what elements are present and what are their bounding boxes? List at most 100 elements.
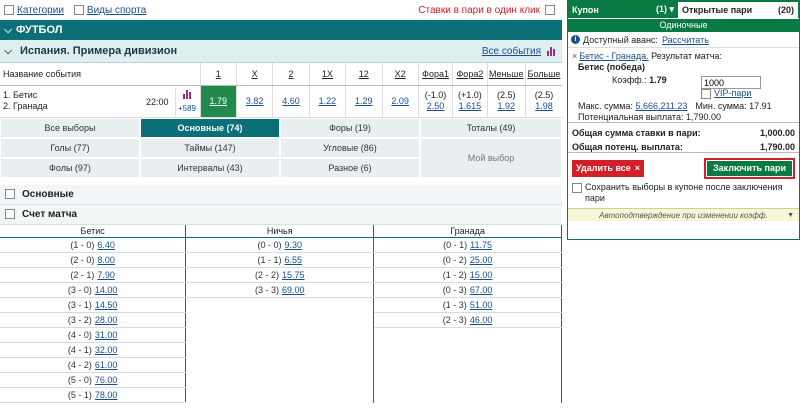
score-cell[interactable]: (3 - 2) 28.00 bbox=[0, 312, 187, 328]
odd-x[interactable]: 3.82 bbox=[235, 85, 273, 118]
vip-link[interactable]: VIP-пари bbox=[714, 88, 751, 98]
tab-coupon[interactable]: Купон (1) ▾ bbox=[568, 1, 678, 18]
odd-value[interactable]: 1.615 bbox=[459, 101, 482, 111]
odd-1x[interactable]: 1.22 bbox=[308, 85, 346, 118]
score-cell[interactable]: (2 - 1) 7.90 bbox=[0, 267, 187, 283]
market-score-checkbox[interactable] bbox=[5, 209, 15, 219]
score-cell[interactable]: (5 - 0) 76.00 bbox=[0, 372, 187, 388]
one-click-toggle[interactable]: Ставки в пари в один клик bbox=[418, 5, 558, 16]
more-markets[interactable]: +589 bbox=[175, 87, 198, 116]
tab-misc[interactable]: Разное (6) bbox=[280, 157, 420, 178]
remove-bet-icon[interactable]: × bbox=[572, 51, 577, 61]
score-cell[interactable]: (0 - 3) 67.00 bbox=[373, 282, 562, 298]
vip-checkbox[interactable] bbox=[701, 88, 711, 99]
score-odd[interactable]: 32.00 bbox=[95, 345, 118, 355]
score-cell[interactable]: (0 - 2) 25.00 bbox=[373, 252, 562, 268]
score-odd[interactable]: 6.55 bbox=[284, 255, 302, 265]
sports-link[interactable]: Виды спорта bbox=[87, 5, 146, 16]
odd-value[interactable]: 1.22 bbox=[319, 96, 337, 106]
tab-all[interactable]: Все выборы bbox=[0, 117, 140, 138]
tab-totals[interactable]: Тоталы (49) bbox=[420, 117, 562, 138]
sport-header[interactable]: ⌵ ФУТБОЛ bbox=[0, 20, 562, 40]
col-1[interactable]: 1 bbox=[199, 63, 237, 86]
odd-value[interactable]: 4.60 bbox=[282, 96, 300, 106]
score-cell[interactable]: (0 - 0) 9.30 bbox=[185, 237, 375, 253]
team-1[interactable]: 1. Бетис bbox=[3, 90, 200, 101]
team-2[interactable]: 2. Гранада bbox=[3, 101, 200, 112]
score-odd[interactable]: 7.90 bbox=[97, 270, 115, 280]
score-cell[interactable]: (5 - 1) 78.00 bbox=[0, 387, 187, 403]
stats-icon[interactable] bbox=[182, 89, 192, 99]
score-odd[interactable]: 61.00 bbox=[95, 360, 118, 370]
odd-value[interactable]: 1.98 bbox=[535, 101, 553, 111]
sports-checkbox[interactable] bbox=[73, 4, 84, 15]
caret-down-icon[interactable]: ▼ bbox=[787, 212, 794, 219]
odd-value[interactable]: 1.29 bbox=[355, 96, 373, 106]
tab-my-choice[interactable]: Мой выбор bbox=[420, 137, 562, 178]
all-events-link[interactable]: Все события bbox=[482, 46, 541, 57]
categories-checkbox[interactable] bbox=[4, 4, 14, 15]
col-x[interactable]: X bbox=[235, 63, 273, 86]
score-odd[interactable]: 8.00 bbox=[97, 255, 115, 265]
score-odd[interactable]: 51.00 bbox=[470, 300, 493, 310]
odd-12[interactable]: 1.29 bbox=[345, 85, 382, 118]
tab-handicaps[interactable]: Форы (19) bbox=[280, 117, 420, 138]
col-fora2[interactable]: Фора2 bbox=[452, 63, 488, 86]
score-cell[interactable]: (3 - 3) 69.00 bbox=[185, 282, 375, 298]
score-odd[interactable]: 14.50 bbox=[95, 300, 118, 310]
stake-input[interactable] bbox=[701, 76, 761, 89]
odd-fora2[interactable]: (+1.0) 1.615 bbox=[452, 85, 488, 118]
market-score[interactable]: Счет матча bbox=[0, 204, 562, 225]
tab-open-bets[interactable]: Открытые пари (20) bbox=[678, 2, 798, 18]
categories-filter[interactable]: Категории bbox=[4, 5, 64, 16]
score-odd[interactable]: 46.00 bbox=[470, 315, 493, 325]
tab-halves[interactable]: Таймы (147) bbox=[140, 137, 280, 158]
score-odd[interactable]: 15.75 bbox=[282, 270, 305, 280]
calculate-link[interactable]: Рассчитать bbox=[662, 35, 709, 45]
keep-selections-option[interactable]: Сохранить выборы в купоне после заключен… bbox=[568, 182, 799, 208]
score-cell[interactable]: (3 - 1) 14.50 bbox=[0, 297, 187, 313]
col-fora1[interactable]: Фора1 bbox=[417, 63, 453, 86]
market-main-checkbox[interactable] bbox=[5, 189, 15, 199]
score-cell[interactable]: (1 - 1) 6.55 bbox=[185, 252, 375, 268]
score-odd[interactable]: 28.00 bbox=[95, 315, 118, 325]
score-cell[interactable]: (2 - 0) 8.00 bbox=[0, 252, 187, 268]
score-cell[interactable]: (4 - 1) 32.00 bbox=[0, 342, 187, 358]
col-1x[interactable]: 1X bbox=[308, 63, 346, 86]
max-value[interactable]: 5,666,211.23 bbox=[635, 101, 687, 111]
odd-over[interactable]: (2.5) 1.98 bbox=[525, 85, 562, 118]
odd-2[interactable]: 4.60 bbox=[272, 85, 310, 118]
score-cell[interactable]: (1 - 0) 6.40 bbox=[0, 237, 187, 253]
score-odd[interactable]: 15.00 bbox=[470, 270, 493, 280]
categories-link[interactable]: Категории bbox=[17, 5, 64, 16]
delete-all-button[interactable]: Удалить все × bbox=[572, 159, 645, 177]
odd-value[interactable]: 3.82 bbox=[246, 96, 264, 106]
col-over[interactable]: Больше bbox=[525, 63, 562, 86]
score-odd[interactable]: 6.40 bbox=[97, 240, 115, 250]
score-cell[interactable]: (1 - 3) 51.00 bbox=[373, 297, 562, 313]
sports-filter[interactable]: Виды спорта bbox=[73, 4, 146, 16]
tab-intervals[interactable]: Интервалы (43) bbox=[140, 157, 280, 178]
league-header[interactable]: ⌵ Испания. Примера дивизион Все события bbox=[0, 40, 562, 63]
score-odd[interactable]: 69.00 bbox=[282, 285, 305, 295]
odd-under[interactable]: (2.5) 1.92 bbox=[486, 85, 526, 118]
stats-icon[interactable] bbox=[547, 46, 556, 56]
market-main[interactable]: Основные bbox=[0, 184, 562, 205]
more-count[interactable]: +589 bbox=[176, 104, 198, 113]
odd-value[interactable]: 2.50 bbox=[427, 101, 445, 111]
score-odd[interactable]: 31.00 bbox=[95, 330, 118, 340]
odd-x2[interactable]: 2.09 bbox=[381, 85, 419, 118]
col-12[interactable]: 12 bbox=[345, 63, 382, 86]
odd-value[interactable]: 1.92 bbox=[498, 101, 516, 111]
score-odd[interactable]: 25.00 bbox=[470, 255, 493, 265]
odd-1-selected[interactable]: 1.79 bbox=[199, 85, 237, 118]
one-click-checkbox[interactable] bbox=[545, 5, 555, 15]
score-odd[interactable]: 14.00 bbox=[95, 285, 118, 295]
odd-value[interactable]: 2.09 bbox=[391, 96, 409, 106]
event-link[interactable]: Бетис - Гранада. bbox=[579, 51, 648, 61]
auto-confirm-bar[interactable]: Автоподтверждение при изменении коэфф. ▼ bbox=[568, 208, 799, 221]
score-odd[interactable]: 76.00 bbox=[95, 375, 118, 385]
odd-fora1[interactable]: (-1.0) 2.50 bbox=[417, 85, 453, 118]
tab-goals[interactable]: Голы (77) bbox=[0, 137, 140, 158]
col-2[interactable]: 2 bbox=[272, 63, 310, 86]
